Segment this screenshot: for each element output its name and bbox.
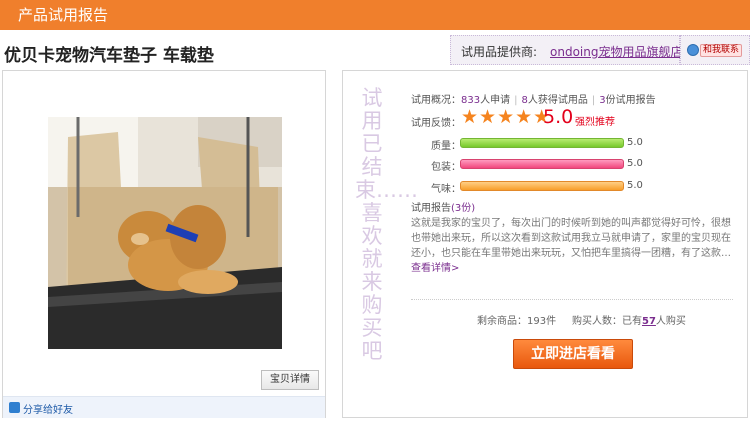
sales-stats: 剩余商品：193件 购买人数：已有57人购买	[477, 312, 686, 327]
applicants-suffix: 人申请	[480, 95, 511, 106]
product-gallery: 宝贝详情 分享给好友	[2, 70, 326, 418]
product-title: 优贝卡宠物汽车垫子 车载垫	[4, 46, 214, 66]
divider	[411, 299, 733, 300]
supplier-box: 试用品提供商: ondoing宠物用品旗舰店	[450, 35, 682, 65]
report-count: (3份)	[451, 203, 476, 214]
report-title: 试用报告(3份)	[411, 199, 475, 214]
rating-label-quality: 质量：	[431, 141, 461, 152]
trial-status-text: 试用已结束……喜欢就来购买吧	[355, 86, 418, 363]
supplier-link[interactable]: ondoing宠物用品旗舰店	[550, 43, 682, 60]
buyers-suffix: 人购买	[655, 316, 686, 327]
rating-label-packaging: 包装：	[431, 162, 461, 173]
section-title: 产品试用报告	[18, 6, 109, 24]
supplier-label: 试用品提供商:	[461, 45, 538, 59]
remaining-label: 剩余商品：	[477, 316, 527, 327]
buyers-count[interactable]: 57	[642, 316, 656, 327]
view-details-link[interactable]: 查看详情>	[411, 263, 459, 274]
recommend-label: 强烈推荐	[575, 117, 615, 128]
report-title-label: 试用报告	[411, 203, 451, 214]
visit-store-button[interactable]: 立即进店看看	[513, 339, 633, 369]
remaining-count: 193件	[527, 316, 557, 327]
trial-overview: 试用概况：833人申请 | 8人获得试用品 | 3份试用报告	[411, 95, 656, 106]
overview-label: 试用概况：	[411, 95, 461, 106]
rating-label-smell: 气味：	[431, 184, 461, 195]
buyers-label: 购买人数：已有	[572, 316, 642, 327]
report-text: 这就是我家的宝贝了，每次出门的时候听到她的叫声都觉得好可怜，很想也带她出来玩，所…	[411, 218, 731, 259]
winners-suffix: 人获得试用品	[527, 95, 588, 106]
contact-label: 和我联系	[700, 44, 743, 57]
product-detail-button[interactable]: 宝贝详情	[261, 370, 319, 390]
rating-stars: ★★★★★	[461, 106, 552, 128]
rating-bar-quality	[460, 138, 624, 148]
rating-value-quality: 5.0	[627, 137, 643, 148]
applicants-count: 833	[461, 95, 481, 106]
rating-value-smell: 5.0	[627, 180, 643, 191]
rating-bar-smell	[460, 181, 624, 191]
feedback-label: 试用反馈：	[411, 118, 461, 129]
product-photo	[48, 117, 282, 349]
rating-bar-packaging	[460, 159, 624, 169]
trial-panel: 试用已结束……喜欢就来购买吧 试用概况：833人申请 | 8人获得试用品 | 3份试用报…	[342, 70, 748, 418]
share-icon	[9, 402, 20, 413]
chat-icon	[687, 44, 699, 56]
top-bar: 产品试用报告	[0, 0, 750, 30]
share-bar[interactable]: 分享给好友	[3, 396, 325, 418]
rating-score: 5.0	[543, 106, 574, 128]
report-excerpt: 这就是我家的宝贝了，每次出门的时候听到她的叫声都觉得好可怜，很想也带她出来玩，所…	[411, 216, 733, 276]
share-link[interactable]: 分享给好友	[23, 401, 73, 416]
reports-suffix: 份试用报告	[605, 95, 656, 106]
rating-value-packaging: 5.0	[627, 158, 643, 169]
contact-button[interactable]: 和我联系	[680, 35, 750, 65]
